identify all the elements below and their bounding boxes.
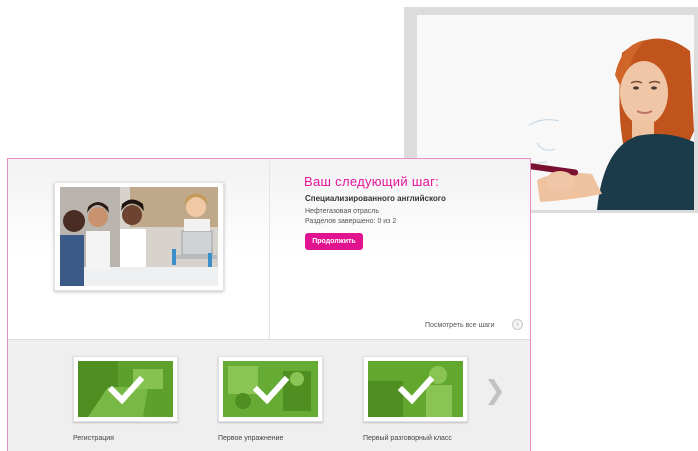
steps-carousel: Регистрация Первое упражнение Первый раз… xyxy=(8,339,530,451)
next-step-section: Ваш следующий шаг: Специализированного а… xyxy=(8,159,530,339)
checkmark-icon xyxy=(107,375,145,405)
checkmark-icon xyxy=(252,375,290,405)
step-registration[interactable]: Регистрация xyxy=(73,356,178,443)
course-title: Специализированного английского xyxy=(305,194,446,203)
step-thumbnail xyxy=(73,356,178,422)
circle-arrow-icon[interactable]: › xyxy=(512,319,523,330)
course-photo-card xyxy=(54,182,224,291)
step-label: Первый разговорный класс xyxy=(363,435,452,442)
step-thumbnail xyxy=(363,356,468,422)
business-meeting-photo xyxy=(60,187,218,286)
step-image xyxy=(368,361,463,417)
chevron-right-icon[interactable]: ❯ xyxy=(484,376,506,406)
step-first-exercise[interactable]: Первое упражнение xyxy=(218,356,323,443)
view-all-steps-link[interactable]: Посмотреть все шаги xyxy=(425,322,494,329)
page: Ваш следующий шаг: Специализированного а… xyxy=(0,0,698,451)
continue-button[interactable]: Продолжить xyxy=(305,233,363,250)
next-step-panel: Ваш следующий шаг: Специализированного а… xyxy=(7,158,531,451)
step-thumbnail xyxy=(218,356,323,422)
next-step-title: Ваш следующий шаг: xyxy=(304,174,440,189)
section-divider xyxy=(269,159,270,339)
step-image xyxy=(78,361,173,417)
checkmark-icon xyxy=(397,375,435,405)
course-progress: Разделов завершено: 0 из 2 xyxy=(305,218,397,225)
step-first-speaking-class[interactable]: Первый разговорный класс xyxy=(363,356,468,443)
step-image xyxy=(223,361,318,417)
step-label: Первое упражнение xyxy=(218,435,284,442)
step-label: Регистрация xyxy=(73,435,114,442)
meeting-illustration xyxy=(60,187,218,286)
course-industry: Нефтегазовая отрасль xyxy=(305,208,380,215)
